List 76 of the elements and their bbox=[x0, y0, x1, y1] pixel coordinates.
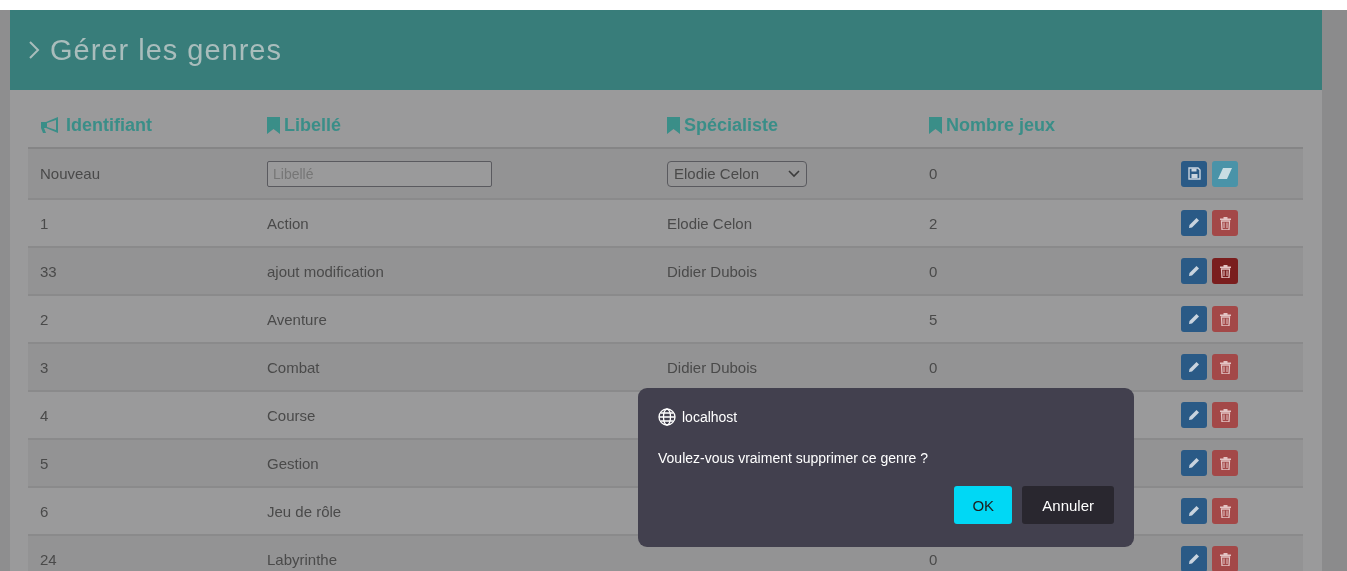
table-cell: ajout modification bbox=[267, 262, 384, 280]
edit-button[interactable] bbox=[1181, 354, 1207, 380]
table-cell: Jeu de rôle bbox=[267, 502, 342, 520]
delete-button[interactable] bbox=[1212, 402, 1238, 428]
page-title: Gérer les genres bbox=[50, 33, 282, 67]
table-cell: 5 bbox=[929, 310, 938, 328]
trash-icon bbox=[1219, 360, 1231, 374]
table-cell: 1 bbox=[40, 214, 49, 232]
column-header: Nombre jeux bbox=[929, 114, 1056, 136]
table-cell: 4 bbox=[40, 406, 49, 424]
bookmark-icon bbox=[929, 116, 942, 134]
column-header: Libellé bbox=[267, 114, 341, 136]
table-cell: Labyrinthe bbox=[267, 550, 338, 568]
delete-button[interactable] bbox=[1212, 258, 1238, 284]
eraser-icon bbox=[1218, 168, 1232, 179]
table-cell: Action bbox=[267, 214, 309, 232]
pencil-icon bbox=[1188, 553, 1200, 565]
trash-icon bbox=[1219, 456, 1231, 470]
pencil-icon bbox=[1188, 265, 1200, 277]
table-cell: Combat bbox=[267, 358, 320, 376]
edit-button[interactable] bbox=[1181, 498, 1207, 524]
save-button[interactable] bbox=[1181, 160, 1207, 187]
delete-button[interactable] bbox=[1212, 306, 1238, 332]
bookmark-icon bbox=[267, 116, 280, 134]
table-cell: 2 bbox=[40, 310, 49, 328]
edit-button[interactable] bbox=[1181, 258, 1207, 284]
pencil-icon bbox=[1188, 457, 1200, 469]
pencil-icon bbox=[1188, 505, 1200, 517]
table-cell: 6 bbox=[40, 502, 49, 520]
table-cell: Course bbox=[267, 406, 316, 424]
trash-icon bbox=[1219, 504, 1231, 518]
delete-button[interactable] bbox=[1212, 546, 1238, 571]
table-cell: Nouveau bbox=[40, 165, 101, 182]
table-cell: Elodie Celon bbox=[667, 214, 753, 232]
table-cell: 0 bbox=[929, 165, 938, 182]
delete-button[interactable] bbox=[1212, 354, 1238, 380]
delete-button[interactable] bbox=[1212, 210, 1238, 236]
edit-button[interactable] bbox=[1181, 210, 1207, 236]
chevron-icon bbox=[28, 40, 40, 60]
dialog-origin: localhost bbox=[682, 409, 738, 425]
table-cell: 3 bbox=[40, 358, 49, 376]
trash-icon bbox=[1219, 408, 1231, 422]
pencil-icon bbox=[1188, 313, 1200, 325]
ok-button[interactable]: OK bbox=[954, 486, 1013, 524]
trash-icon bbox=[1219, 216, 1231, 230]
table-cell: 24 bbox=[40, 550, 57, 568]
table-cell: Didier Dubois bbox=[667, 262, 758, 280]
table-cell: Gestion bbox=[267, 454, 319, 472]
trash-icon bbox=[1219, 264, 1231, 278]
bookmark-icon bbox=[667, 116, 680, 134]
trash-icon bbox=[1219, 312, 1231, 326]
dialog-message: Voulez-vous vraiment supprimer ce genre ? bbox=[658, 450, 929, 466]
delete-button[interactable] bbox=[1212, 450, 1238, 476]
edit-button[interactable] bbox=[1181, 402, 1207, 428]
table-cell: 2 bbox=[929, 214, 938, 232]
trash-icon bbox=[1219, 552, 1231, 566]
pencil-icon bbox=[1188, 409, 1200, 421]
edit-button[interactable] bbox=[1181, 306, 1207, 332]
edit-button[interactable] bbox=[1181, 546, 1207, 571]
column-header: Identifiant bbox=[40, 114, 152, 136]
table-cell: 5 bbox=[40, 454, 49, 472]
pencil-icon bbox=[1188, 217, 1200, 229]
table-cell: Aventure bbox=[267, 310, 327, 328]
eraser-button[interactable] bbox=[1212, 160, 1238, 187]
globe-icon bbox=[658, 408, 676, 426]
pencil-icon bbox=[1188, 361, 1200, 373]
table-cell: 0 bbox=[929, 550, 938, 568]
edit-button[interactable] bbox=[1181, 450, 1207, 476]
chevron-down-icon bbox=[788, 169, 800, 178]
table-cell: 0 bbox=[929, 262, 938, 280]
cancel-button[interactable]: Annuler bbox=[1022, 486, 1114, 524]
column-header: Spécialiste bbox=[667, 114, 779, 136]
table-cell: Didier Dubois bbox=[667, 358, 758, 376]
table-cell: 33 bbox=[40, 262, 57, 280]
table-cell: 0 bbox=[929, 358, 938, 376]
delete-button[interactable] bbox=[1212, 498, 1238, 524]
